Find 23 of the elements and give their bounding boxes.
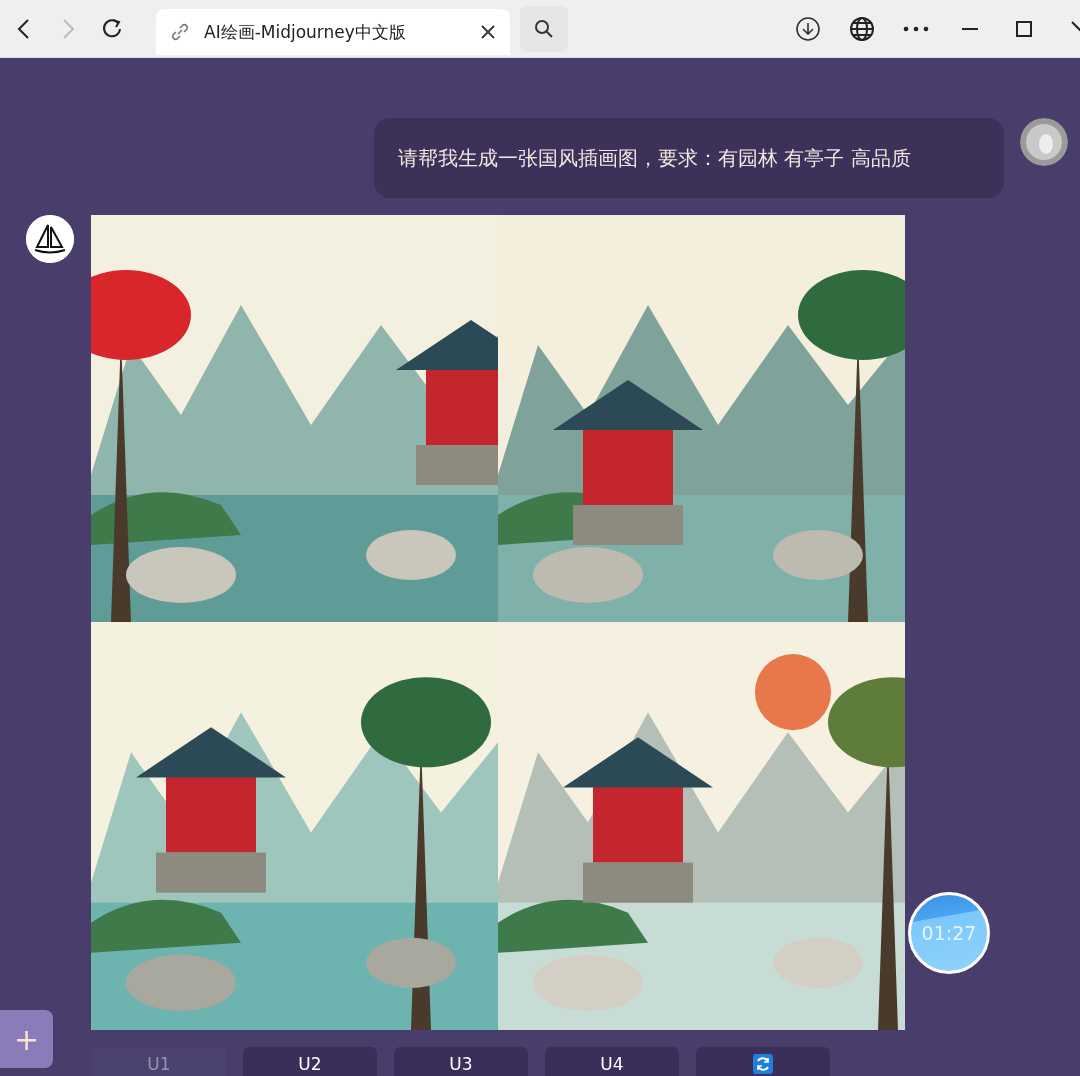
more-icon bbox=[903, 24, 929, 33]
refresh-icon bbox=[753, 1054, 773, 1074]
browser-tab[interactable]: AI绘画-Midjourney中文版 bbox=[156, 9, 510, 55]
maximize-icon bbox=[1015, 19, 1033, 38]
download-icon bbox=[795, 15, 821, 42]
sailboat-avatar bbox=[26, 215, 74, 263]
link-icon bbox=[170, 22, 190, 42]
minimize-icon bbox=[961, 26, 979, 31]
upscale-button[interactable]: U3 bbox=[394, 1047, 528, 1076]
user-avatar bbox=[1020, 118, 1068, 166]
forward-icon bbox=[60, 17, 76, 40]
upscale-button[interactable]: U2 bbox=[243, 1047, 377, 1076]
globe-icon bbox=[849, 15, 875, 42]
upscale-button[interactable]: U4 bbox=[545, 1047, 679, 1076]
refresh-button[interactable] bbox=[696, 1047, 830, 1076]
search-button[interactable] bbox=[520, 5, 568, 52]
user-message: 请帮我生成一张国风插画图，要求：有园林 有亭子 高品质 bbox=[374, 118, 1004, 198]
reload-icon bbox=[101, 17, 123, 40]
back-icon bbox=[16, 17, 32, 40]
timer: 01:27 bbox=[908, 892, 990, 974]
close-icon[interactable] bbox=[480, 24, 496, 40]
tab-title: AI绘画-Midjourney中文版 bbox=[204, 20, 407, 44]
search-icon bbox=[534, 18, 554, 39]
